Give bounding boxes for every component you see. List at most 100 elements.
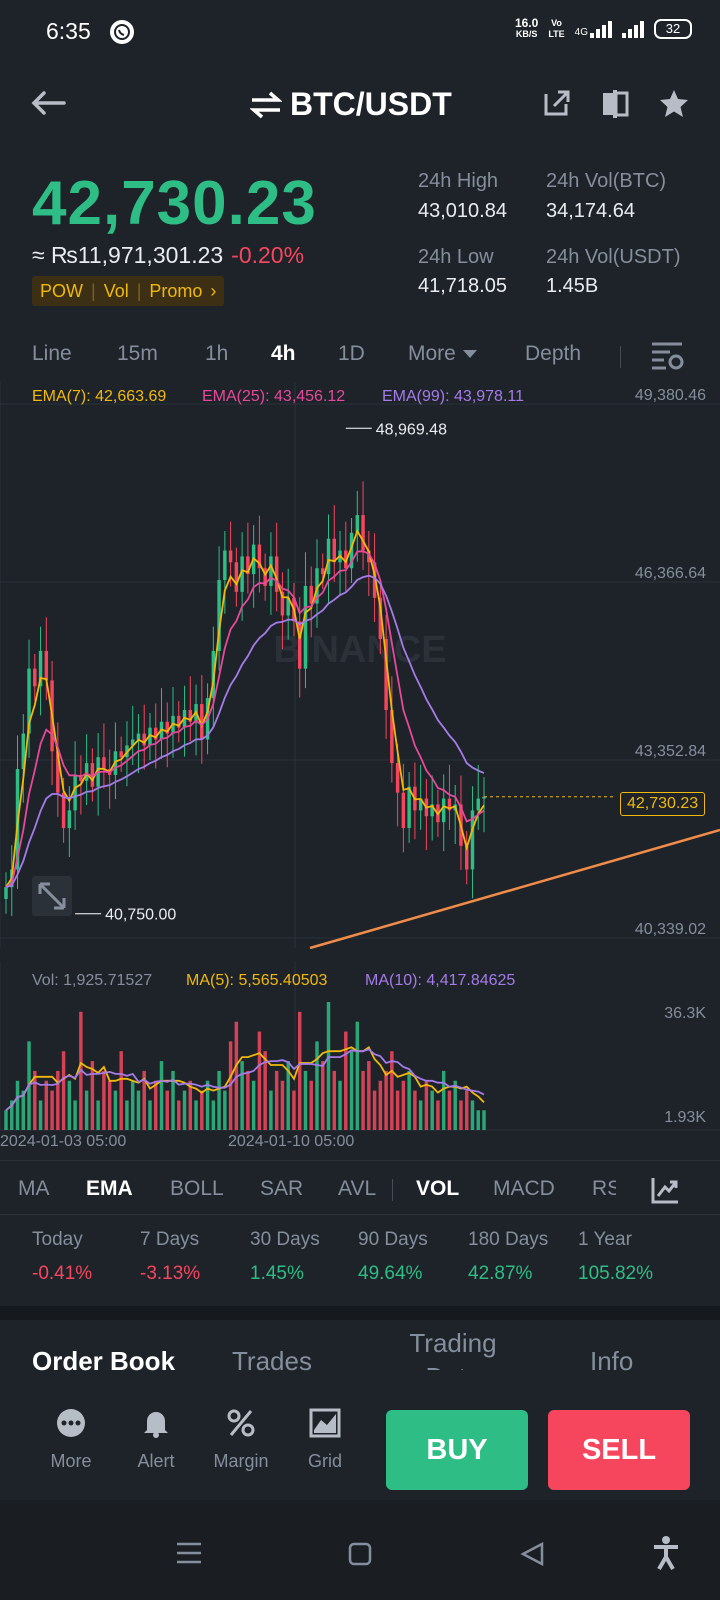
y-tick-label: 49,380.46: [635, 387, 706, 404]
volume-bar: [269, 1090, 273, 1130]
pair-title[interactable]: BTC/USDT: [250, 86, 452, 123]
tab-more[interactable]: More: [408, 342, 478, 366]
volume-bar: [56, 1070, 60, 1130]
volume-bar: [102, 1070, 106, 1130]
compare-icon[interactable]: [600, 88, 630, 118]
last-price: 42,730.23: [32, 169, 317, 238]
ema25-line: [5, 550, 485, 888]
tab-more-label: More: [408, 342, 456, 365]
volume-bar: [447, 1090, 452, 1130]
y-tick-label: 40,339.02: [635, 921, 706, 938]
candle-body: [332, 538, 336, 563]
volume-bar: [130, 1080, 135, 1130]
expand-icon[interactable]: [32, 876, 72, 916]
volume-bar: [107, 1080, 112, 1130]
candle-body: [84, 763, 89, 781]
ind-ema[interactable]: EMA: [86, 1177, 133, 1201]
margin-action[interactable]: Margin: [196, 1408, 286, 1472]
ind-rsi[interactable]: RS: [592, 1177, 616, 1201]
tab-4h[interactable]: 4h: [271, 342, 296, 366]
volume-chart-svg[interactable]: 36.3K 1.93K 2024-01-03 05:00 2024-01-10 05:…: [0, 962, 720, 1154]
menu-icon[interactable]: [176, 1542, 202, 1564]
tab-line[interactable]: Line: [32, 342, 72, 366]
swap-icon: [250, 91, 282, 118]
accessibility-icon[interactable]: [652, 1536, 680, 1570]
volume-bar: [372, 1090, 377, 1130]
tag-promo[interactable]: Promo: [149, 281, 202, 302]
indicator-settings-icon[interactable]: [650, 1175, 680, 1210]
tab-info[interactable]: Info: [590, 1346, 633, 1377]
sell-button[interactable]: SELL: [548, 1410, 690, 1490]
volume-bar: [159, 1061, 164, 1130]
signal-icon: [622, 20, 644, 38]
volume-bar: [401, 1080, 406, 1130]
ma5-legend: MA(5): 5,565.40503: [186, 972, 328, 989]
action-bar: More Alert Margin Grid BUY SELL: [0, 1390, 720, 1490]
chart-settings-icon[interactable]: [650, 340, 684, 377]
header: BTC/USDT: [0, 74, 720, 134]
perf-30d: 30 Days 1.45%: [250, 1229, 320, 1284]
ema25-legend: EMA(25): 43,456.12: [202, 388, 346, 405]
candle-body: [401, 792, 406, 829]
volume-bar: [188, 1080, 193, 1130]
more-dots-icon: [57, 1409, 85, 1437]
volume-bar: [211, 1100, 216, 1130]
ind-avl[interactable]: AVL: [338, 1177, 376, 1201]
candlestick-chart[interactable]: 49,380.46 46,366.64 43,352.84 40,339.02 BINA…: [0, 382, 720, 962]
ema99-legend: EMA(99): 43,978.11: [382, 388, 525, 405]
tab-order-book[interactable]: Order Book: [32, 1346, 175, 1377]
more-action[interactable]: More: [26, 1408, 116, 1472]
caret-down-icon: [462, 350, 477, 358]
volume-bar: [44, 1080, 49, 1130]
volume-bar: [436, 1100, 440, 1130]
perf-today: Today -0.41%: [32, 1229, 93, 1284]
status-right: 16.0 KB/S Vo LTE 4G 32: [514, 16, 692, 40]
volume-bar: [113, 1090, 118, 1130]
candle-body: [44, 650, 49, 681]
volume-bar: [251, 1080, 256, 1130]
tab-1h[interactable]: 1h: [205, 342, 228, 366]
volume-bar: [177, 1100, 181, 1130]
share-icon[interactable]: [542, 88, 572, 118]
section-divider: [0, 1306, 720, 1320]
favorite-star-icon[interactable]: [658, 88, 690, 118]
performance-row: Today -0.41% 7 Days -3.13% 30 Days 1.45% 90…: [0, 1214, 720, 1306]
price-chart-svg[interactable]: 49,380.4646,366.6443,352.8440,339.02BINA…: [0, 382, 720, 962]
buy-button[interactable]: BUY: [386, 1410, 528, 1490]
high-marker-label: 48,969.48: [376, 421, 447, 438]
tab-15m[interactable]: 15m: [117, 342, 158, 366]
ind-macd[interactable]: MACD: [493, 1177, 555, 1201]
home-icon[interactable]: [348, 1542, 372, 1566]
tag-vol[interactable]: Vol: [104, 281, 129, 302]
volume-bar: [165, 1090, 169, 1130]
network-speed: 16.0 KB/S: [514, 16, 539, 39]
volume-bar: [125, 1100, 129, 1130]
whatsapp-icon: [110, 20, 134, 44]
tab-1d[interactable]: 1D: [338, 342, 365, 366]
volume-bar: [303, 1070, 308, 1130]
candle-body: [303, 585, 308, 669]
more-label: More: [50, 1451, 92, 1471]
volume-bar: [367, 1061, 371, 1130]
volume-bar: [15, 1080, 20, 1130]
tab-depth[interactable]: Depth: [525, 342, 581, 366]
tab-trading-data[interactable]: Trading Data: [398, 1326, 508, 1370]
ind-vol[interactable]: VOL: [416, 1177, 459, 1201]
volume-bar: [73, 1100, 77, 1130]
grid-action[interactable]: Grid: [280, 1408, 370, 1472]
candle-body: [228, 550, 233, 563]
alert-action[interactable]: Alert: [111, 1408, 201, 1472]
ind-ma[interactable]: MA: [18, 1177, 50, 1201]
back-icon[interactable]: [520, 1542, 544, 1566]
tag-pow[interactable]: POW: [40, 281, 83, 302]
ema99-line: [5, 574, 485, 888]
candle-body: [102, 757, 106, 770]
volume-bar: [326, 1002, 331, 1130]
back-arrow-icon[interactable]: [28, 88, 68, 123]
volume-chart[interactable]: 36.3K 1.93K 2024-01-03 05:00 2024-01-10 05:…: [0, 962, 720, 1154]
tab-trades[interactable]: Trades: [232, 1346, 312, 1377]
candle-body: [326, 538, 331, 575]
ind-sar[interactable]: SAR: [260, 1177, 303, 1201]
tag-bar[interactable]: POW | Vol | Promo ›: [32, 276, 225, 306]
ind-boll[interactable]: BOLL: [170, 1177, 224, 1201]
